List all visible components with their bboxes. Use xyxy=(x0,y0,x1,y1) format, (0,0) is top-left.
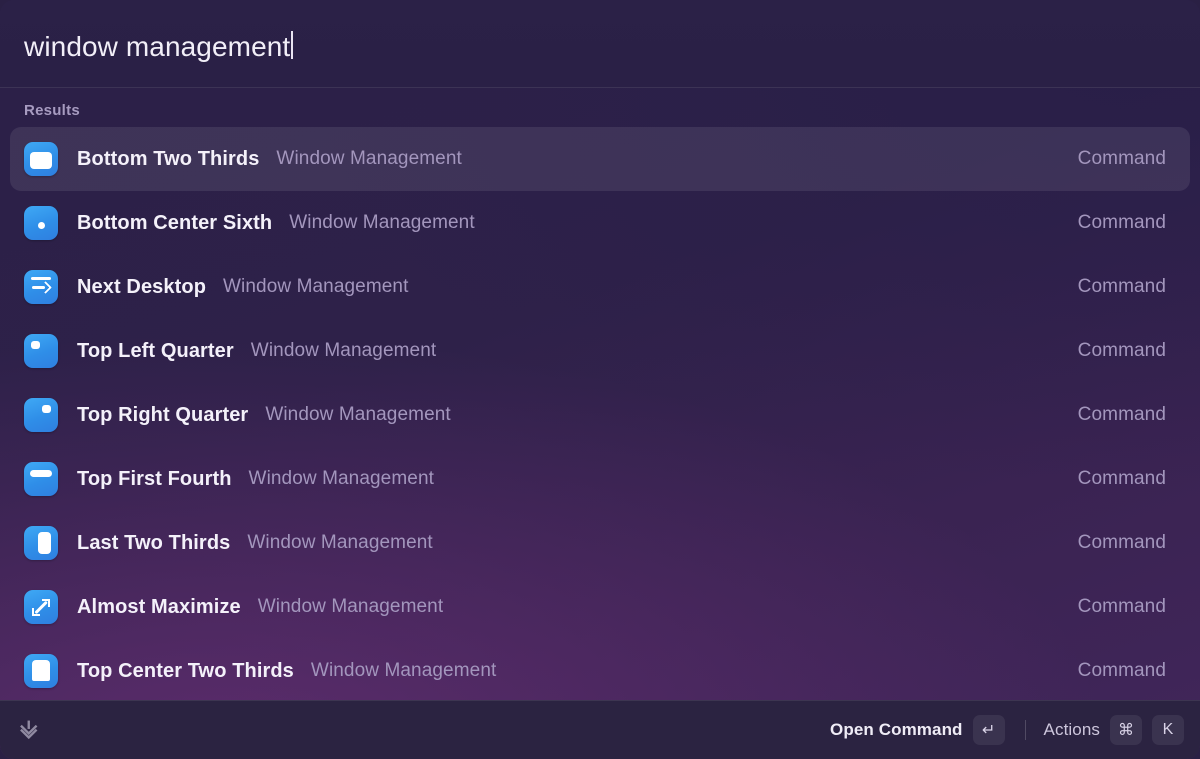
search-bar[interactable]: window management xyxy=(0,0,1200,88)
next-desktop-arrow-icon xyxy=(24,270,58,304)
result-row[interactable]: Bottom Center Sixth Window Management Comm… xyxy=(10,191,1190,255)
footer-bar: Open Command ↵ Actions ⌘ K xyxy=(0,700,1200,759)
command-palette-window: window management Results Bottom Two Thi… xyxy=(0,0,1200,759)
window-top-right-quarter-icon xyxy=(24,398,58,432)
result-title: Bottom Two Thirds xyxy=(77,147,260,170)
window-top-center-two-thirds-icon xyxy=(24,654,58,688)
result-title: Top First Fourth xyxy=(77,467,232,490)
result-title: Top Center Two Thirds xyxy=(77,659,294,682)
result-accessory-type: Command xyxy=(1077,660,1166,681)
result-row[interactable]: Top Center Two Thirds Window Management Co… xyxy=(10,639,1190,700)
window-top-left-quarter-icon xyxy=(24,334,58,368)
result-accessory-type: Command xyxy=(1077,148,1166,169)
results-section-header: Results xyxy=(24,102,80,119)
result-accessory-type: Command xyxy=(1077,276,1166,297)
result-title: Last Two Thirds xyxy=(77,531,231,554)
result-row[interactable]: Bottom Two Thirds Window Management Comman… xyxy=(10,127,1190,191)
result-accessory-type: Command xyxy=(1077,532,1166,553)
search-input-value: window management xyxy=(24,30,291,62)
result-row[interactable]: Next Desktop Window Management Command xyxy=(10,255,1190,319)
window-bottom-center-sixth-icon xyxy=(24,206,58,240)
result-subtitle: Window Management xyxy=(223,276,409,297)
enter-key-badge[interactable]: ↵ xyxy=(972,715,1005,745)
result-subtitle: Window Management xyxy=(310,660,497,681)
result-row[interactable]: Almost Maximize Window Management Command xyxy=(10,575,1190,639)
result-accessory-type: Command xyxy=(1077,340,1166,361)
window-last-two-thirds-icon xyxy=(24,526,58,560)
open-command-label: Open Command xyxy=(830,720,963,739)
result-row[interactable]: Top Right Quarter Window Management Comman… xyxy=(10,383,1190,447)
result-row[interactable]: Top Left Quarter Window Management Command xyxy=(10,319,1190,383)
search-input[interactable]: window management xyxy=(24,28,294,62)
result-accessory-type: Command xyxy=(1077,596,1166,617)
result-subtitle: Window Management xyxy=(257,596,444,617)
footer-actions: Open Command ↵ Actions ⌘ K xyxy=(830,715,1184,745)
results-list[interactable]: Results Bottom Two Thirds Window Manageme… xyxy=(0,88,1200,700)
k-key-badge[interactable]: K xyxy=(1152,715,1184,745)
result-title: Top Left Quarter xyxy=(77,339,234,362)
result-subtitle: Window Management xyxy=(248,468,434,489)
result-row[interactable]: Top First Fourth Window Management Command xyxy=(10,447,1190,511)
result-title: Top Right Quarter xyxy=(77,403,249,426)
result-rows-container: Bottom Two Thirds Window Management Comman… xyxy=(0,127,1200,700)
raycast-logo-icon xyxy=(14,715,44,745)
result-subtitle: Window Management xyxy=(250,340,437,361)
window-bottom-two-thirds-icon xyxy=(24,142,58,176)
result-title: Next Desktop xyxy=(77,275,207,298)
actions-label[interactable]: Actions xyxy=(1044,720,1100,740)
result-title: Almost Maximize xyxy=(77,595,241,618)
result-accessory-type: Command xyxy=(1077,404,1166,425)
footer-divider xyxy=(1024,720,1026,740)
text-caret xyxy=(291,30,294,59)
result-subtitle: Window Management xyxy=(265,404,451,425)
window-top-first-fourth-icon xyxy=(24,462,58,496)
result-subtitle: Window Management xyxy=(276,148,462,169)
result-subtitle: Window Management xyxy=(289,212,475,233)
result-row[interactable]: Last Two Thirds Window Management Command xyxy=(10,511,1190,575)
result-accessory-type: Command xyxy=(1077,468,1166,489)
result-accessory-type: Command xyxy=(1077,212,1166,233)
command-key-badge[interactable]: ⌘ xyxy=(1110,715,1142,745)
almost-maximize-icon xyxy=(24,590,58,624)
result-subtitle: Window Management xyxy=(247,532,433,553)
result-title: Bottom Center Sixth xyxy=(77,211,273,234)
